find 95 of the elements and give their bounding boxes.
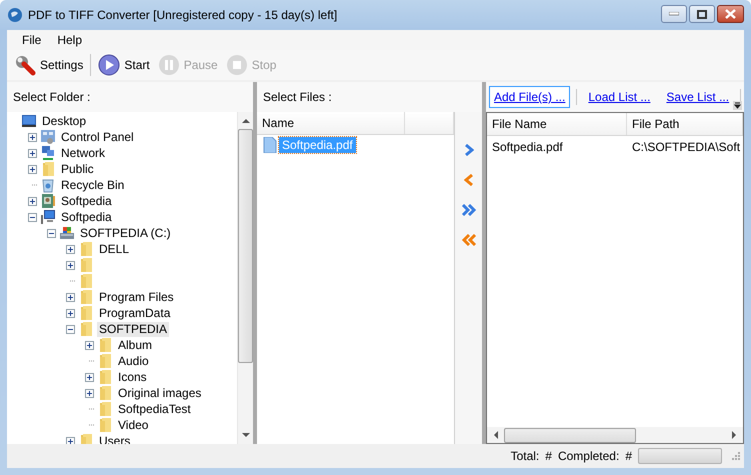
recycle-bin-icon	[40, 177, 56, 193]
close-icon	[725, 9, 736, 19]
scroll-thumb[interactable]	[504, 428, 636, 442]
close-button[interactable]	[717, 5, 744, 23]
scroll-thumb[interactable]	[238, 129, 253, 363]
tree-item[interactable]: Icons	[116, 370, 149, 384]
completed-count: #	[625, 449, 632, 463]
tree-item[interactable]: DELL	[97, 242, 132, 256]
expand-icon[interactable]	[66, 436, 75, 444]
panel-title: Select Folder :	[13, 90, 90, 104]
table-cell-text: C:\SOFTPEDIA\Soft	[631, 140, 742, 154]
expand-icon[interactable]	[66, 308, 75, 318]
folder-icon	[97, 337, 113, 353]
folder-icon	[97, 369, 113, 385]
tree-item[interactable]: Recycle Bin	[59, 178, 126, 192]
expand-icon[interactable]	[28, 132, 37, 142]
table-cell-text: Softpedia.pdf	[491, 140, 564, 154]
tree-item[interactable]: Softpedia	[59, 194, 114, 208]
scrollbar[interactable]	[237, 112, 253, 444]
scrollbar[interactable]	[487, 427, 743, 443]
start-button[interactable]: Start	[95, 52, 153, 78]
link[interactable]: Load List ...	[583, 86, 656, 108]
scroll-right-icon[interactable]	[732, 431, 737, 439]
maximize-button[interactable]	[689, 5, 715, 23]
file-icon	[263, 137, 277, 153]
tree-item[interactable]: Public	[59, 162, 96, 176]
column-header[interactable]: File Name	[487, 113, 627, 135]
tree-item[interactable]: SOFTPEDIA (C:)	[78, 226, 173, 240]
minimize-icon	[669, 12, 679, 16]
expand-icon[interactable]	[66, 244, 75, 254]
window-title: PDF to TIFF Converter [Unregistered copy - 15 day(s) left]	[28, 8, 338, 22]
computer-icon	[40, 209, 56, 225]
drive-icon	[59, 225, 75, 241]
tree-item[interactable]: Album	[116, 338, 154, 352]
folder-icon	[97, 417, 113, 433]
expand-icon[interactable]	[85, 340, 94, 350]
user-icon	[40, 193, 56, 209]
tree-item[interactable]: Original images	[116, 386, 204, 400]
desktop-icon	[21, 113, 37, 129]
completed-label: Completed:	[558, 449, 620, 463]
folder-icon	[97, 385, 113, 401]
globe-icon	[7, 7, 23, 23]
play-icon	[98, 54, 120, 76]
tree-item[interactable]: SOFTPEDIA	[97, 322, 170, 336]
menu-item[interactable]: Help	[50, 32, 90, 48]
scroll-down-icon[interactable]	[242, 433, 250, 438]
tree-item[interactable]: Program Files	[97, 290, 176, 304]
overflow-icon[interactable]	[733, 101, 742, 110]
double-chevron-left-icon	[460, 234, 477, 246]
tree-item[interactable]: Audio	[116, 354, 151, 368]
tree-item[interactable]: ProgramData	[97, 306, 172, 320]
expand-icon[interactable]	[28, 148, 37, 158]
folder-icon	[78, 305, 94, 321]
expand-icon[interactable]	[66, 292, 75, 302]
tree-item[interactable]: Control Panel	[59, 130, 136, 144]
control-panel-icon	[40, 129, 56, 145]
total-count: #	[545, 449, 552, 463]
folder-icon	[97, 353, 113, 369]
expand-icon[interactable]	[28, 196, 37, 206]
minimize-button[interactable]	[661, 5, 687, 23]
folder-icon	[97, 401, 113, 417]
maximize-icon	[697, 10, 707, 18]
total-label: Total:	[510, 449, 540, 463]
chevron-right-icon	[464, 144, 474, 156]
tree-item[interactable]: Video	[116, 418, 150, 432]
collapse-icon[interactable]	[28, 212, 37, 222]
tree-item[interactable]: Desktop	[40, 114, 88, 128]
link[interactable]: Add File(s) ...	[489, 86, 570, 108]
tree-item[interactable]: SoftpediaTest	[116, 402, 193, 416]
collapse-icon[interactable]	[66, 324, 75, 334]
scroll-left-icon[interactable]	[493, 431, 498, 439]
network-icon	[40, 145, 56, 161]
expand-icon[interactable]	[85, 388, 94, 398]
stop-icon	[226, 54, 248, 76]
folder-icon	[40, 161, 56, 177]
collapse-icon[interactable]	[47, 228, 56, 238]
column-header[interactable]: File Path	[627, 113, 743, 135]
tree-item[interactable]: Network	[59, 146, 108, 160]
expand-icon[interactable]	[28, 164, 37, 174]
folder-icon	[78, 289, 94, 305]
panel-title: Select Files :	[263, 90, 332, 104]
settings-button[interactable]: Settings	[11, 52, 86, 78]
double-chevron-right-icon	[460, 204, 477, 216]
tree-item[interactable]: Softpedia	[59, 210, 114, 224]
folder-icon	[78, 321, 94, 337]
resize-grip[interactable]	[732, 452, 740, 460]
expand-icon[interactable]	[66, 260, 75, 270]
pause-icon	[158, 54, 180, 76]
folder-icon	[78, 241, 94, 257]
expand-icon[interactable]	[85, 372, 94, 382]
link[interactable]: Save List ...	[661, 86, 734, 108]
chevron-left-icon	[464, 174, 474, 186]
wrench-icon	[14, 54, 36, 76]
scroll-up-icon[interactable]	[242, 118, 250, 123]
menu-item[interactable]: File	[15, 32, 48, 48]
